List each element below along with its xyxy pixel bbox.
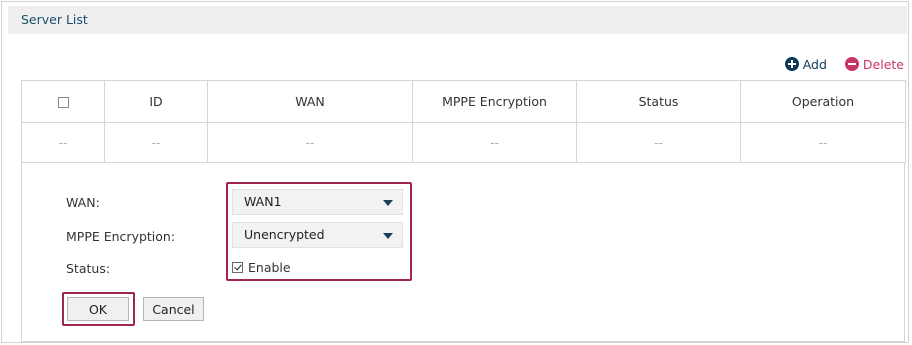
enable-label: Enable bbox=[248, 260, 291, 275]
table-cell: -- bbox=[21, 122, 105, 163]
select-all-cell bbox=[21, 80, 105, 123]
chevron-down-icon bbox=[383, 233, 393, 239]
section-title: Server List bbox=[21, 12, 88, 27]
plus-circle-icon bbox=[784, 57, 799, 71]
table-cell: -- bbox=[740, 122, 906, 163]
wan-label: WAN: bbox=[66, 195, 100, 210]
table-header-row: ID WAN MPPE Encryption Status Operation bbox=[21, 80, 906, 123]
delete-button[interactable]: Delete bbox=[844, 56, 904, 72]
add-label: Add bbox=[802, 56, 827, 72]
ok-button[interactable]: OK bbox=[67, 297, 129, 321]
enable-checkbox[interactable] bbox=[232, 262, 243, 273]
add-button[interactable]: Add bbox=[784, 56, 827, 72]
wan-select[interactable]: WAN1 bbox=[232, 189, 403, 215]
delete-label: Delete bbox=[862, 56, 904, 72]
column-header-mppe-encryption: MPPE Encryption bbox=[412, 80, 577, 123]
server-table: ID WAN MPPE Encryption Status Operation … bbox=[21, 80, 906, 163]
status-enable-control[interactable]: Enable bbox=[232, 260, 291, 275]
column-header-status: Status bbox=[576, 80, 741, 123]
table-cell: -- bbox=[576, 122, 741, 163]
table-toolbar: Add Delete bbox=[784, 54, 904, 74]
select-all-checkbox[interactable] bbox=[57, 97, 69, 108]
cancel-button[interactable]: Cancel bbox=[143, 297, 204, 321]
add-server-form: WAN: MPPE Encryption: Status: WAN1 Unenc… bbox=[21, 162, 905, 342]
minus-circle-icon bbox=[844, 57, 859, 71]
table-cell: -- bbox=[104, 122, 208, 163]
section-header: Server List bbox=[8, 6, 907, 34]
chevron-down-icon bbox=[383, 200, 393, 206]
status-label: Status: bbox=[66, 261, 111, 276]
mppe-encryption-label: MPPE Encryption: bbox=[66, 229, 176, 244]
wan-select-value: WAN1 bbox=[244, 194, 282, 209]
table-cell: -- bbox=[412, 122, 577, 163]
column-header-wan: WAN bbox=[207, 80, 413, 123]
column-header-operation: Operation bbox=[740, 80, 906, 123]
column-header-id: ID bbox=[104, 80, 208, 123]
mppe-encryption-select[interactable]: Unencrypted bbox=[232, 222, 403, 248]
table-cell: -- bbox=[207, 122, 413, 163]
table-row: -- -- -- -- -- -- bbox=[21, 122, 906, 163]
mppe-select-value: Unencrypted bbox=[244, 227, 325, 242]
